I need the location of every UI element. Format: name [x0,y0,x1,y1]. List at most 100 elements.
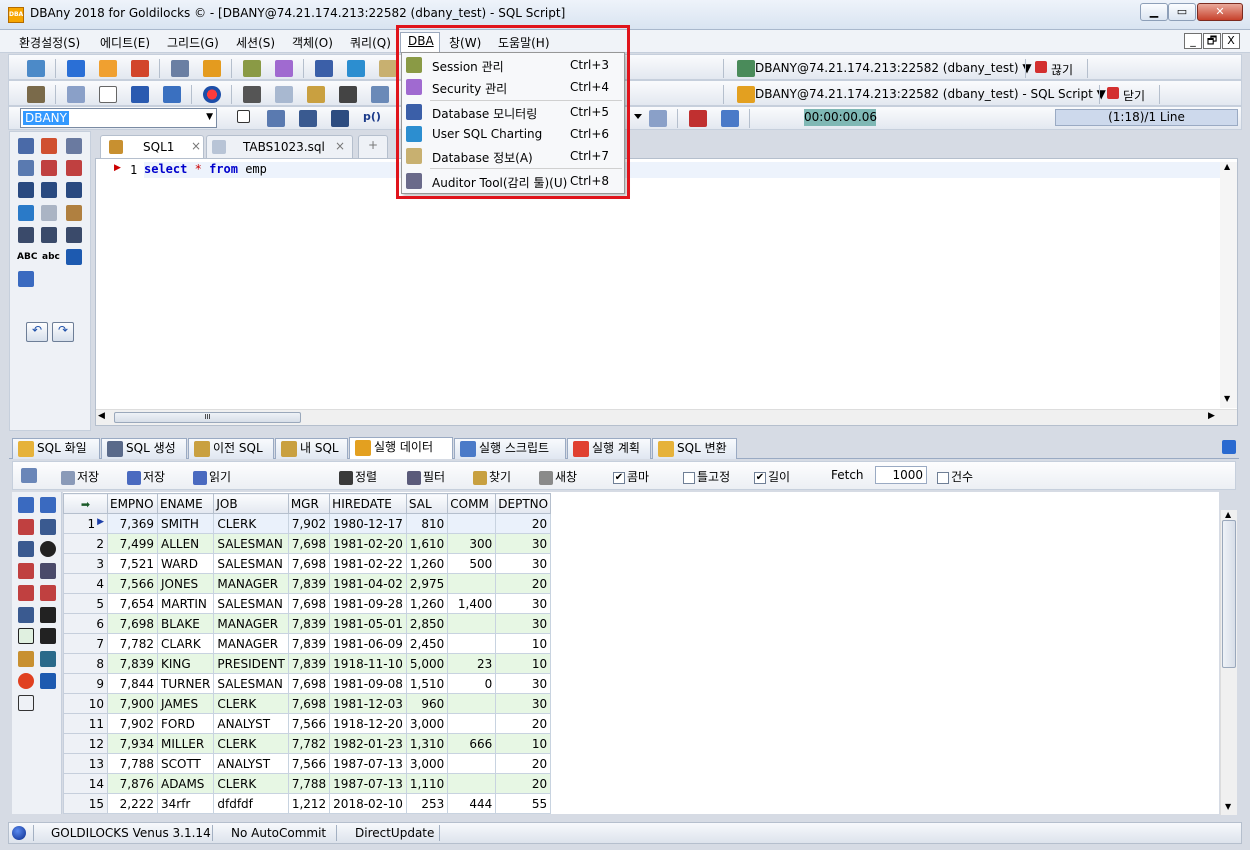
table-cell[interactable]: 30 [495,533,552,554]
table-cell[interactable]: BLAKE [156,613,215,634]
table-cell[interactable]: 20 [495,513,552,534]
table-cell[interactable]: 7,788 [287,773,331,794]
table-cell[interactable]: 1,610 [405,533,449,554]
menu-grid[interactable]: 그리드(G) [167,34,219,51]
table-cell[interactable]: ALLEN [156,533,215,554]
table-cell[interactable]: 7,566 [107,573,158,594]
editor-hscroll-thumb[interactable]: III [114,412,301,423]
table-cell[interactable]: 7,654 [107,593,158,614]
table-cell[interactable]: PRESIDENT [213,653,289,674]
table-cell[interactable]: JAMES [156,693,215,714]
result-grid[interactable]: ➡ EMPNO ENAME JOB MGR HIREDATE SAL COMM … [63,493,552,814]
table-cell[interactable]: 1981-02-20 [329,533,407,554]
table-cell[interactable]: 30 [495,693,552,714]
table-cell[interactable]: MILLER [156,733,215,754]
table-cell[interactable]: 1981-02-22 [329,553,407,574]
table-cell[interactable]: 7,698 [287,553,331,574]
table-cell[interactable]: 2018-02-10 [329,793,407,814]
image-icon[interactable] [40,628,56,644]
scroll-up-icon[interactable]: ▲ [1225,510,1231,519]
table-cell[interactable]: SCOTT [156,753,215,774]
table-cell[interactable] [447,773,497,794]
tab-sql-generate[interactable]: SQL 생성 [101,438,187,459]
table-cell[interactable]: 30 [495,593,552,614]
tab-sql-convert[interactable]: SQL 변환 [652,438,737,459]
table-prop-icon[interactable] [40,673,56,689]
table-cell[interactable]: CLERK [213,773,289,794]
tab-result-data[interactable]: 실행 데이터 [349,437,453,459]
table-cell[interactable]: 1987-07-13 [329,753,407,774]
table-cell[interactable]: 1982-01-23 [329,733,407,754]
grid-vscrollbar[interactable]: ▲ ▼ [1220,510,1237,815]
goto-icon[interactable] [66,160,82,176]
table-row[interactable]: 7 7,782 CLARK MANAGER 7,839 1981-06-09 2,450 10 [63,633,552,654]
session-selector[interactable]: DBANY@74.21.174.213:22582 (dbany_test) ▼ [755,61,1032,75]
layers-icon[interactable] [40,651,56,667]
print-preview-icon[interactable] [649,110,667,127]
table-row[interactable]: 10 7,900 JAMES CLERK 7,698 1981-12-03 960 30 [63,693,552,714]
table-row[interactable]: 14 7,876 ADAMS CLERK 7,788 1987-07-13 1,110 20 [63,773,552,794]
table-cell[interactable]: JONES [156,573,215,594]
table-cell[interactable]: CLARK [156,633,215,654]
table-row[interactable]: 1 ▶ 7,369 SMITH CLERK 7,902 1980-12-17 810 20 [63,513,552,534]
edit-row-icon[interactable] [18,651,34,667]
table-cell[interactable]: 7,698 [287,693,331,714]
table-cell[interactable]: SALESMAN [213,533,289,554]
table-cell[interactable]: 7,698 [287,533,331,554]
table-cell[interactable]: 1981-06-09 [329,633,407,654]
table-cell[interactable]: 7,902 [287,513,331,534]
table-cell[interactable]: 30 [495,553,552,574]
table-cell[interactable]: 30 [495,613,552,634]
table-cell[interactable]: 1987-07-13 [329,773,407,794]
table-cell[interactable]: 10 [495,653,552,674]
arrow-right-icon[interactable] [67,60,85,77]
table-cell[interactable]: 1981-09-08 [329,673,407,694]
close-icon[interactable]: × [191,139,201,153]
column-header[interactable]: ENAME [156,493,215,514]
table-cell[interactable]: 810 [405,513,449,534]
table-cell[interactable]: MARTIN [156,593,215,614]
table-cell[interactable]: 7,876 [107,773,158,794]
table-cell[interactable]: 1918-11-10 [329,653,407,674]
table-cell[interactable]: SALESMAN [213,553,289,574]
table-cell[interactable]: 7,521 [107,553,158,574]
table-cell[interactable] [447,633,497,654]
add-row-icon[interactable] [40,519,56,535]
uncomment-icon[interactable] [41,227,57,243]
tab-tabs1023[interactable]: TABS1023.sql × [206,135,353,158]
table-row[interactable]: 6 7,698 BLAKE MANAGER 7,839 1981-05-01 2,850 30 [63,613,552,634]
checkbox-tool-icon[interactable] [237,110,250,123]
close-window-button[interactable]: ✕ [1197,3,1243,21]
table-cell[interactable]: 0 [447,673,497,694]
run-sql-icon[interactable] [41,138,57,154]
table-cell[interactable]: ANALYST [213,753,289,774]
table-cell[interactable]: 2,975 [405,573,449,594]
table-cell[interactable]: MANAGER [213,633,289,654]
table-row[interactable]: 15 2,222 34rfr dfdfdf 1,212 2018-02-10 253 444 5… [63,793,552,814]
table-cell[interactable]: 20 [495,573,552,594]
cancel-icon[interactable] [18,673,34,689]
find-icon[interactable] [18,160,34,176]
find-button[interactable]: 찾기 [473,468,511,485]
outdent-icon[interactable] [66,182,82,198]
edit-icon[interactable] [66,205,82,221]
count-checkbox[interactable]: 건수 [937,468,973,485]
table-cell[interactable]: 7,839 [287,653,331,674]
table-cell[interactable]: 7,698 [287,593,331,614]
chart-bar-icon[interactable] [315,60,333,77]
table-cell[interactable]: 10 [495,733,552,754]
table-cell[interactable]: ANALYST [213,713,289,734]
table-cell[interactable]: SMITH [156,513,215,534]
mdi-restore-button[interactable]: 🗗 [1203,33,1221,49]
table-cell[interactable]: MANAGER [213,573,289,594]
read-button[interactable]: 읽기 [193,468,231,485]
param-icon[interactable]: p() [363,110,381,127]
list-view-icon[interactable] [18,271,34,287]
info-icon[interactable] [379,60,397,77]
fetch-size-input[interactable]: 1000 [875,466,927,484]
editor-hscrollbar[interactable]: ◀ III ▶ [96,409,1237,425]
table-info-icon[interactable] [66,249,82,265]
copy-block-icon[interactable] [41,205,57,221]
grid-layout-icon[interactable] [721,110,739,127]
column-view-icon[interactable] [40,497,56,513]
